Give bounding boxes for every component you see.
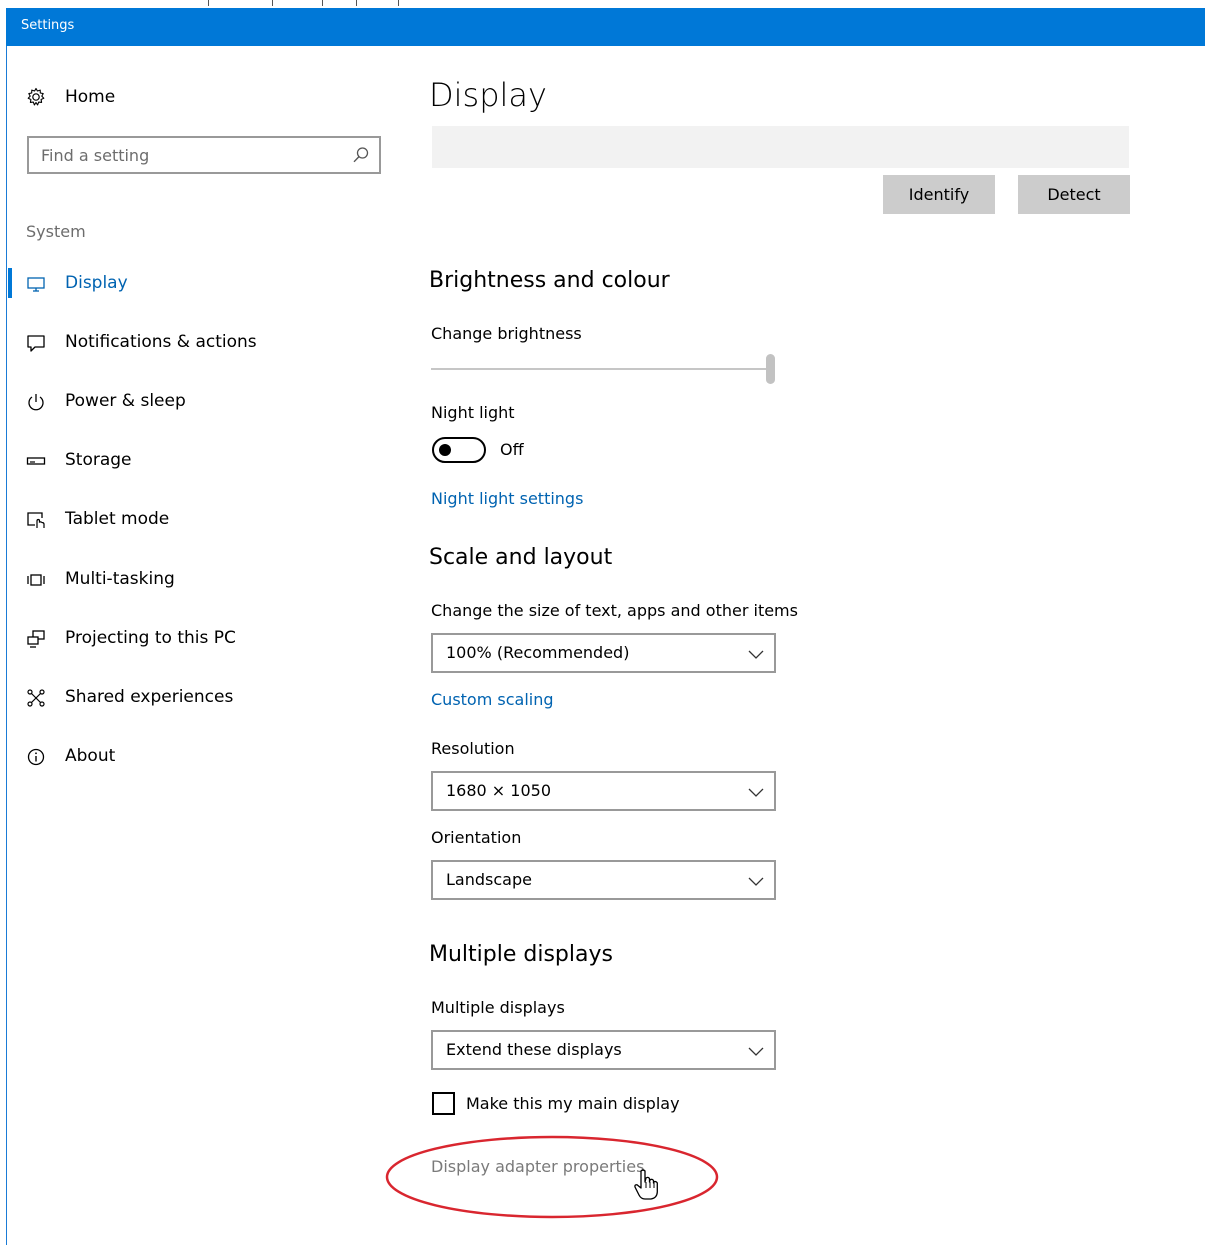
chevron-down-icon xyxy=(748,1043,764,1057)
brightness-slider-thumb[interactable] xyxy=(766,354,775,384)
page-title: Display xyxy=(429,76,547,114)
detect-button[interactable]: Detect xyxy=(1018,175,1130,214)
info-icon xyxy=(26,747,46,767)
sidebar-item-multi-tasking[interactable]: Multi-tasking xyxy=(0,560,390,600)
selection-indicator xyxy=(8,268,12,298)
sidebar-item-label: Notifications & actions xyxy=(65,332,257,352)
sidebar-item-projecting[interactable]: Projecting to this PC xyxy=(0,619,390,659)
tick-mark xyxy=(398,0,399,6)
search-box[interactable] xyxy=(27,136,381,174)
projecting-icon xyxy=(26,629,46,649)
resolution-label: Resolution xyxy=(431,739,515,758)
monitor-icon xyxy=(26,274,46,294)
chevron-down-icon xyxy=(748,646,764,660)
brightness-slider-track[interactable] xyxy=(431,368,771,370)
dropdown-value: 100% (Recommended) xyxy=(446,643,630,662)
chevron-down-icon xyxy=(748,873,764,887)
identify-button[interactable]: Identify xyxy=(883,175,995,214)
speech-bubble-icon xyxy=(26,333,46,353)
multiple-displays-label: Multiple displays xyxy=(431,998,565,1017)
display-arrangement-area[interactable] xyxy=(432,126,1129,168)
multitasking-icon xyxy=(26,570,46,590)
orientation-label: Orientation xyxy=(431,828,522,847)
dropdown-value: 1680 × 1050 xyxy=(446,781,552,800)
toggle-knob xyxy=(439,444,451,456)
window-title: Settings xyxy=(21,18,75,33)
sidebar-item-label: Display xyxy=(65,273,128,293)
title-bar[interactable]: Settings xyxy=(6,8,1205,46)
sidebar-item-label: Storage xyxy=(65,450,132,470)
system-section-label: System xyxy=(26,222,86,241)
scale-dropdown[interactable]: 100% (Recommended) xyxy=(431,633,776,673)
sidebar-item-display[interactable]: Display xyxy=(0,264,390,304)
top-strip xyxy=(0,0,1205,8)
tick-mark xyxy=(272,0,273,6)
tablet-mode-icon xyxy=(26,510,46,530)
sidebar-item-label: Power & sleep xyxy=(65,391,186,411)
custom-scaling-link[interactable]: Custom scaling xyxy=(431,690,554,709)
night-light-label: Night light xyxy=(431,403,515,422)
gear-icon xyxy=(26,87,46,107)
search-input[interactable] xyxy=(29,138,339,172)
scale-heading: Scale and layout xyxy=(429,545,613,570)
brightness-label: Change brightness xyxy=(431,324,582,343)
shared-experiences-icon xyxy=(26,688,46,708)
size-label: Change the size of text, apps and other … xyxy=(431,601,798,620)
chevron-down-icon xyxy=(748,784,764,798)
sidebar-item-label: Projecting to this PC xyxy=(65,628,236,648)
resolution-dropdown[interactable]: 1680 × 1050 xyxy=(431,771,776,811)
orientation-dropdown[interactable]: Landscape xyxy=(431,860,776,900)
dropdown-value: Extend these displays xyxy=(446,1040,622,1059)
sidebar-item-shared-experiences[interactable]: Shared experiences xyxy=(0,678,390,718)
sidebar-item-power-sleep[interactable]: Power & sleep xyxy=(0,382,390,422)
main-display-label[interactable]: Make this my main display xyxy=(466,1094,680,1113)
tick-mark xyxy=(356,0,357,6)
night-light-state: Off xyxy=(500,440,524,459)
tick-mark xyxy=(208,0,209,6)
dropdown-value: Landscape xyxy=(446,870,532,889)
home-label: Home xyxy=(65,87,116,107)
search-icon[interactable] xyxy=(352,146,370,164)
red-ellipse-annotation xyxy=(385,1135,719,1219)
multiple-displays-dropdown[interactable]: Extend these displays xyxy=(431,1030,776,1070)
brightness-heading: Brightness and colour xyxy=(429,268,670,293)
sidebar-item-about[interactable]: About xyxy=(0,737,390,777)
sidebar-item-label: About xyxy=(65,746,116,766)
night-light-toggle[interactable] xyxy=(432,437,486,463)
tick-mark xyxy=(322,0,323,6)
home-nav-item[interactable]: Home xyxy=(26,84,115,110)
power-icon xyxy=(26,392,46,412)
hand-cursor-icon xyxy=(634,1169,658,1200)
sidebar-item-storage[interactable]: Storage xyxy=(0,441,390,481)
sidebar-item-notifications[interactable]: Notifications & actions xyxy=(0,323,390,363)
night-light-settings-link[interactable]: Night light settings xyxy=(431,489,583,508)
sidebar-item-label: Shared experiences xyxy=(65,687,234,707)
sidebar-item-label: Tablet mode xyxy=(65,509,170,529)
sidebar-item-label: Multi-tasking xyxy=(65,569,175,589)
main-display-checkbox[interactable] xyxy=(432,1092,455,1115)
sidebar-item-tablet-mode[interactable]: Tablet mode xyxy=(0,500,390,540)
storage-drive-icon xyxy=(26,451,46,471)
multiple-displays-heading: Multiple displays xyxy=(429,942,613,967)
